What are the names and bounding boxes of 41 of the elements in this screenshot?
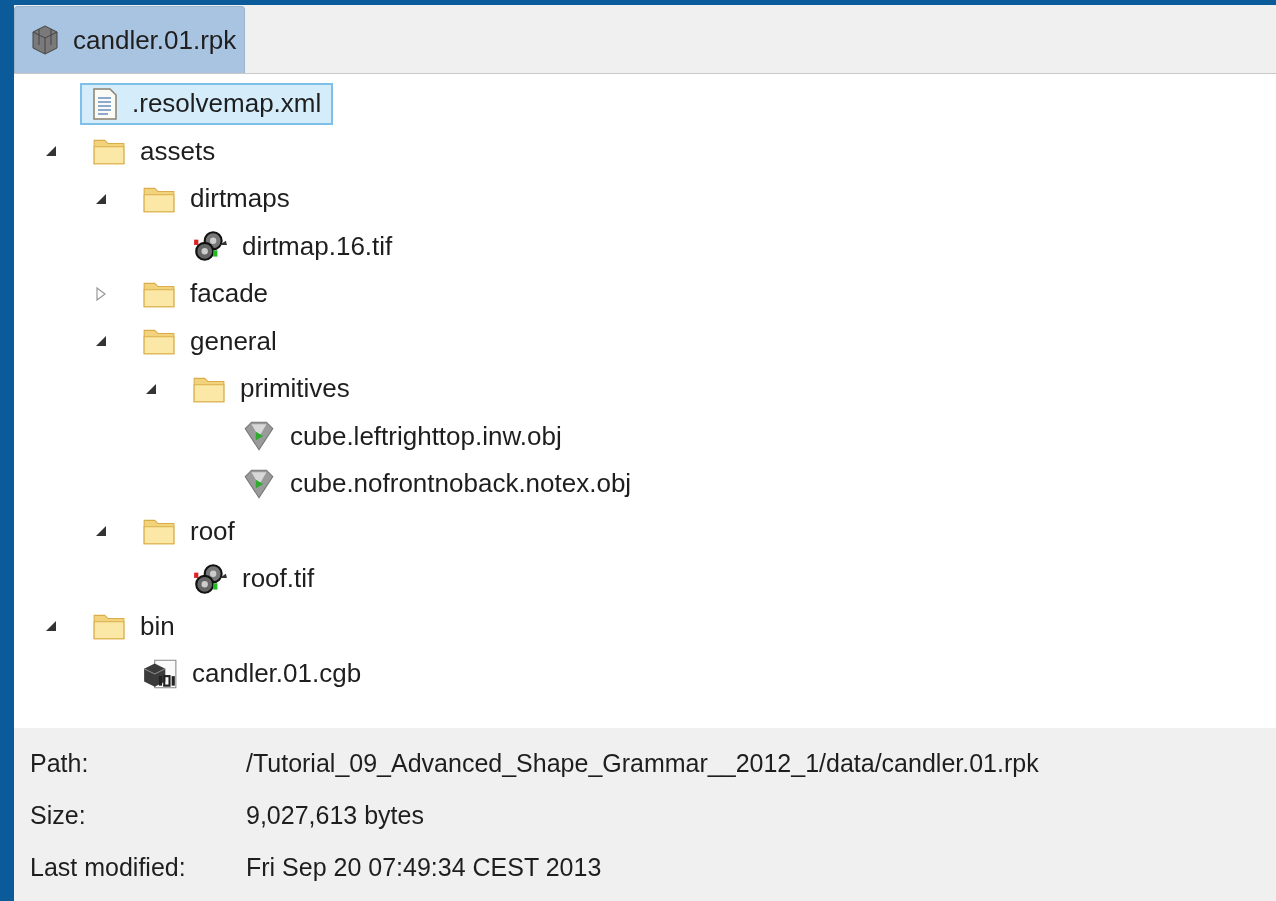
gears-icon [194,563,227,594]
info-label: Path: [30,748,90,780]
tree-item[interactable]: .resolvemap.xml [80,82,334,125]
folder-icon [143,330,175,355]
tree-item[interactable]: primitives [180,367,362,410]
package-icon [32,25,58,55]
folder-icon [93,615,125,640]
binary-file-icon [143,659,177,689]
info-label: Size: [30,800,87,832]
tree-item[interactable]: roof [130,510,247,553]
folder-icon [143,520,175,545]
collapse-arrow-icon[interactable] [96,336,106,347]
folder-icon [143,187,175,213]
shield-icon [244,421,274,452]
folder-icon [193,377,225,403]
info-value: 9,027,613 bytes [246,800,424,832]
tree-item[interactable]: candler.01.cgb [130,652,374,695]
expand-arrow-icon[interactable] [96,286,106,301]
folder-icon [93,140,125,165]
gears-icon [194,231,227,262]
info-label: Last modified: [30,852,187,884]
tree-item[interactable]: facade [130,272,281,315]
collapse-arrow-icon[interactable] [46,146,56,157]
tree-item[interactable]: cube.nofrontnoback.notex.obj [230,462,644,505]
info-value: /Tutorial_09_Advanced_Shape_Grammar__2012_1/data/candler.01.rpk [246,748,1039,780]
tree-item[interactable]: assets [80,130,228,173]
collapse-arrow-icon[interactable] [96,526,106,537]
shield-icon [244,469,274,499]
tree-item[interactable]: cube.leftrighttop.inw.obj [230,415,574,458]
editor-tab[interactable]: candler.01.rpk [14,6,246,73]
collapse-arrow-icon[interactable] [96,193,106,204]
tree-item[interactable]: dirtmap.16.tif [180,225,405,268]
tree-item[interactable]: dirtmaps [130,177,302,220]
tree-item[interactable]: general [130,320,289,363]
tree-item[interactable]: bin [80,605,187,648]
collapse-arrow-icon[interactable] [146,383,156,394]
folder-icon [143,282,175,308]
document-icon [93,88,117,120]
tree-item[interactable]: roof.tif [180,557,327,600]
info-value: Fri Sep 20 07:49:34 CEST 2013 [246,852,602,884]
collapse-arrow-icon[interactable] [46,621,56,632]
